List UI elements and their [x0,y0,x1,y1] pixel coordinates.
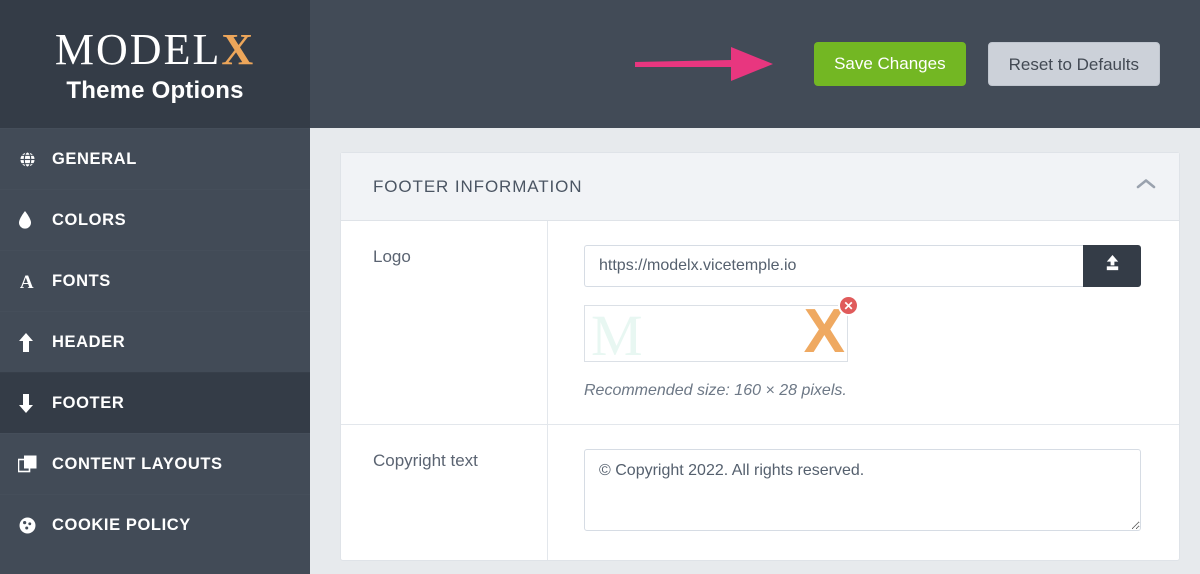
arrow-down-icon [18,393,52,413]
sidebar-item-label: FONTS [52,271,111,290]
sidebar-item-colors[interactable]: COLORS [0,189,310,250]
sidebar-item-label: FOOTER [52,393,125,412]
field-label-logo: Logo [341,221,548,424]
sidebar-item-label: GENERAL [52,149,137,168]
remove-icon[interactable]: ✕ [838,295,859,316]
sidebar-item-label: CONTENT LAYOUTS [52,454,223,473]
theme-options-app: MODELX Theme Options GENERAL COLORS A FO… [0,0,1200,574]
sidebar-item-label: COOKIE POLICY [52,515,191,534]
brand-logo-main: MODEL [54,24,222,74]
sidebar-item-cookie-policy[interactable]: COOKIE POLICY [0,494,310,555]
droplet-icon [18,210,52,230]
logo-url-input[interactable] [584,245,1083,287]
panel-header[interactable]: FOOTER INFORMATION [341,153,1179,221]
footer-information-panel: FOOTER INFORMATION Logo https://modelx.v… [340,152,1180,561]
logo-preview-left-glyph: M [591,305,643,362]
sidebar-item-fonts[interactable]: A FONTS [0,250,310,311]
logo-preview-image: M X [584,305,848,362]
sidebar-item-label: COLORS [52,210,127,229]
sidebar-item-content-layouts[interactable]: CONTENT LAYOUTS [0,433,310,494]
brand-block: MODELX Theme Options [0,0,310,128]
logo-input-group [584,245,1141,287]
table-row: Logo https://modelx.vicetemple.io M X ✕ … [341,221,1179,425]
upload-button[interactable] [1083,245,1141,287]
table-row: Copyright text [341,425,1179,560]
arrow-up-icon [18,332,52,352]
logo-preview-wrap: M X ✕ [584,295,859,362]
sidebar: MODELX Theme Options GENERAL COLORS A FO… [0,0,310,574]
copyright-textarea[interactable] [584,449,1141,531]
brand-logo: MODELX [54,24,256,74]
sidebar-item-footer[interactable]: FOOTER [0,372,310,433]
sidebar-item-general[interactable]: GENERAL [0,128,310,189]
topbar: Save Changes Reset to Defaults [310,0,1200,128]
reset-to-defaults-button[interactable]: Reset to Defaults [987,42,1160,86]
field-logo: M X ✕ Recommended size: 160 × 28 pixels. [548,221,1179,424]
letter-a-icon: A [18,272,52,291]
logo-size-hint: Recommended size: 160 × 28 pixels. [584,382,847,399]
logo-preview-right-glyph: X [803,305,845,362]
save-button[interactable]: Save Changes [814,42,966,86]
sidebar-item-header[interactable]: HEADER [0,311,310,372]
layers-icon [18,455,52,473]
sidebar-nav: GENERAL COLORS A FONTS HEADER FOOTER CON… [0,128,310,555]
main-area: Save Changes Reset to Defaults FOOTER IN… [310,0,1200,574]
upload-icon [1103,254,1122,278]
globe-icon [18,150,52,169]
field-copyright [548,425,1179,560]
brand-subtitle: Theme Options [66,77,244,105]
content-area: FOOTER INFORMATION Logo https://modelx.v… [310,128,1200,574]
cookie-icon [18,516,52,535]
brand-logo-accent: X [221,24,256,74]
chevron-up-icon[interactable] [1135,177,1157,196]
field-label-copyright: Copyright text [341,425,548,560]
sidebar-item-label: HEADER [52,332,126,351]
svg-text:A: A [20,272,34,291]
pink-arrow-annotation-icon [635,45,775,83]
panel-title: FOOTER INFORMATION [373,176,583,196]
